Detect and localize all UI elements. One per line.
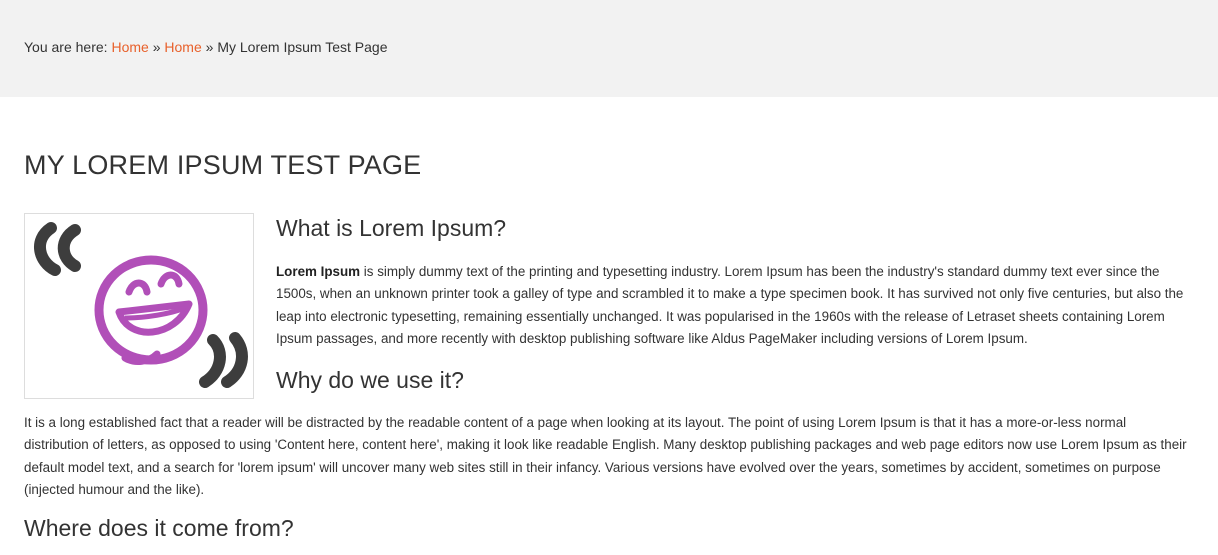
bold-lead: Lorem Ipsum [276, 264, 361, 279]
breadcrumb-separator: » [205, 39, 214, 55]
breadcrumb-separator: » [152, 39, 161, 55]
smiley-quote-icon [34, 222, 248, 388]
breadcrumb-prefix: You are here: [24, 39, 108, 55]
feature-image [24, 213, 254, 399]
breadcrumb-home-link-2[interactable]: Home [164, 39, 201, 55]
section-body-what-text: is simply dummy text of the printing and… [276, 264, 1184, 346]
breadcrumb-current: My Lorem Ipsum Test Page [217, 39, 388, 55]
section-body-what: Lorem Ipsum is simply dummy text of the … [276, 261, 1196, 350]
breadcrumb-home-link[interactable]: Home [111, 39, 148, 55]
section-heading-where: Where does it come from? [24, 515, 294, 541]
section-heading-what: What is Lorem Ipsum? [276, 215, 507, 241]
breadcrumb: You are here: Home » Home » My Lorem Ips… [24, 38, 387, 56]
breadcrumb-bar: You are here: Home » Home » My Lorem Ips… [0, 0, 1218, 97]
section-body-why: It is a long established fact that a rea… [24, 415, 1187, 497]
page-title: MY LOREM IPSUM TEST PAGE [24, 150, 422, 180]
section-heading-why: Why do we use it? [276, 367, 464, 393]
